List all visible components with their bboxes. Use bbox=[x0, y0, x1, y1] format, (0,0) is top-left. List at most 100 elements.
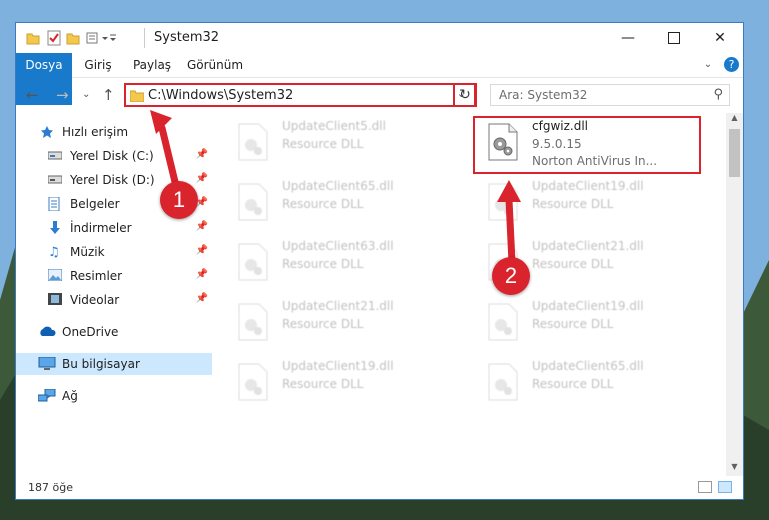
sidebar-item-network[interactable]: Ağ bbox=[16, 385, 212, 407]
close-icon: ✕ bbox=[714, 30, 726, 46]
file-item[interactable]: UpdateClient65.dll Resource DLL bbox=[476, 357, 686, 409]
large-icons-view-icon[interactable] bbox=[718, 481, 732, 493]
file-description: Resource DLL bbox=[532, 317, 614, 331]
back-arrow-icon[interactable]: ← bbox=[26, 86, 39, 104]
address-bar[interactable]: C:\Windows\System32 ⌄ bbox=[124, 83, 476, 107]
file-description: Resource DLL bbox=[282, 377, 364, 391]
file-description: Resource DLL bbox=[282, 197, 364, 211]
file-name: UpdateClient65.dll bbox=[282, 179, 394, 193]
chevron-down-icon[interactable]: ⌄ bbox=[701, 53, 715, 77]
sidebar-item-label: Hızlı erişim bbox=[62, 125, 129, 139]
drive-icon bbox=[47, 173, 64, 187]
sidebar-item-videos[interactable]: Videolar 📌 bbox=[16, 289, 212, 311]
video-icon bbox=[48, 293, 64, 307]
up-arrow-icon[interactable]: ↑ bbox=[102, 86, 115, 104]
dll-file-icon bbox=[238, 363, 268, 401]
highlight-box bbox=[473, 116, 701, 174]
pin-icon[interactable]: 📌 bbox=[196, 149, 208, 160]
properties-icon[interactable] bbox=[46, 29, 62, 47]
scroll-up-icon[interactable]: ▲ bbox=[726, 113, 743, 127]
navigation-bar: ← → ⌄ ↑ C:\Windows\System32 ⌄ ↻ Ara: Sys… bbox=[16, 78, 743, 112]
sidebar-item-label: Videolar bbox=[70, 293, 120, 307]
document-icon bbox=[48, 196, 64, 212]
refresh-button[interactable]: ↻ bbox=[453, 83, 477, 107]
item-count: 187 öğe bbox=[28, 481, 73, 494]
customize-toolbar-icon[interactable] bbox=[86, 29, 116, 47]
pin-icon[interactable]: 📌 bbox=[196, 173, 208, 184]
maximize-button[interactable] bbox=[651, 23, 697, 53]
pin-icon[interactable]: 📌 bbox=[196, 293, 208, 304]
pin-icon[interactable]: 📌 bbox=[196, 245, 208, 256]
file-item[interactable]: UpdateClient65.dll Resource DLL bbox=[226, 177, 436, 229]
dll-file-icon bbox=[488, 303, 518, 341]
explorer-window: System32 — ✕ Dosya Giriş Paylaş Görünüm … bbox=[15, 22, 744, 500]
tab-view[interactable]: Görünüm bbox=[184, 53, 246, 77]
pictures-icon bbox=[47, 268, 64, 283]
search-icon: ⚲ bbox=[713, 87, 723, 102]
file-name: UpdateClient63.dll bbox=[282, 239, 394, 253]
sidebar-item-this-pc[interactable]: Bu bilgisayar bbox=[16, 353, 212, 375]
sidebar-item-label: Yerel Disk (D:) bbox=[70, 173, 155, 187]
file-description: Resource DLL bbox=[282, 317, 364, 331]
sidebar-item-label: OneDrive bbox=[62, 325, 119, 339]
file-name: UpdateClient19.dll bbox=[282, 359, 394, 373]
pin-icon[interactable]: 📌 bbox=[196, 221, 208, 232]
file-item[interactable]: UpdateClient19.dll Resource DLL bbox=[476, 177, 686, 229]
network-icon bbox=[37, 388, 56, 403]
music-icon: ♫ bbox=[48, 245, 60, 260]
recent-locations-icon[interactable]: ⌄ bbox=[82, 89, 90, 100]
cloud-icon bbox=[38, 325, 56, 339]
address-path: C:\Windows\System32 bbox=[148, 88, 294, 103]
file-name: UpdateClient19.dll bbox=[532, 299, 644, 313]
new-folder-icon[interactable] bbox=[66, 29, 80, 47]
sidebar-item-label: Yerel Disk (C:) bbox=[70, 149, 154, 163]
tab-home[interactable]: Giriş bbox=[74, 53, 122, 77]
sidebar-item-pictures[interactable]: Resimler 📌 bbox=[16, 265, 212, 287]
sidebar-item-downloads[interactable]: İndirmeler 📌 bbox=[16, 217, 212, 239]
forward-arrow-icon[interactable]: → bbox=[56, 86, 69, 104]
minimize-button[interactable]: — bbox=[605, 23, 651, 53]
sidebar-item-onedrive[interactable]: OneDrive bbox=[16, 321, 212, 343]
sidebar-item-label: İndirmeler bbox=[70, 221, 132, 235]
dll-file-icon bbox=[238, 123, 268, 161]
sidebar-item-label: Müzik bbox=[70, 245, 105, 259]
file-name: UpdateClient19.dll bbox=[532, 179, 644, 193]
sidebar-item-quick-access[interactable]: Hızlı erişim bbox=[16, 121, 212, 143]
refresh-icon: ↻ bbox=[459, 87, 471, 103]
pin-icon[interactable]: 📌 bbox=[196, 269, 208, 280]
search-input[interactable]: Ara: System32 bbox=[499, 88, 587, 102]
tab-share[interactable]: Paylaş bbox=[124, 53, 180, 77]
close-button[interactable]: ✕ bbox=[697, 23, 743, 53]
status-bar: 187 öğe bbox=[16, 477, 743, 499]
file-item[interactable]: UpdateClient63.dll Resource DLL bbox=[226, 237, 436, 289]
vertical-scrollbar[interactable]: ▲ ▼ bbox=[726, 113, 743, 476]
file-description: Resource DLL bbox=[282, 137, 364, 151]
sidebar-item-label: Belgeler bbox=[70, 197, 120, 211]
dll-file-icon bbox=[488, 363, 518, 401]
file-item[interactable]: UpdateClient21.dll Resource DLL bbox=[226, 297, 436, 349]
file-name: UpdateClient21.dll bbox=[282, 299, 394, 313]
sidebar-item-music[interactable]: ♫ Müzik 📌 bbox=[16, 241, 212, 263]
file-name: UpdateClient5.dll bbox=[282, 119, 386, 133]
scroll-down-icon[interactable]: ▼ bbox=[726, 462, 743, 476]
search-box[interactable]: Ara: System32 ⚲ bbox=[490, 84, 730, 106]
file-name: UpdateClient21.dll bbox=[532, 239, 644, 253]
folder-icon bbox=[130, 90, 144, 102]
details-view-icon[interactable] bbox=[698, 481, 712, 493]
help-icon[interactable]: ? bbox=[724, 57, 739, 72]
sidebar-item-label: Ağ bbox=[62, 389, 78, 403]
file-item[interactable]: UpdateClient5.dll Resource DLL bbox=[226, 117, 436, 169]
dll-file-icon bbox=[238, 183, 268, 221]
dll-file-icon bbox=[238, 243, 268, 281]
maximize-icon bbox=[668, 32, 680, 44]
file-item[interactable]: UpdateClient19.dll Resource DLL bbox=[476, 297, 686, 349]
file-description: Resource DLL bbox=[532, 257, 614, 271]
file-item[interactable]: UpdateClient19.dll Resource DLL bbox=[226, 357, 436, 409]
window-title: System32 bbox=[154, 30, 220, 45]
sidebar-item-disk-c[interactable]: Yerel Disk (C:) 📌 bbox=[16, 145, 212, 167]
scroll-thumb[interactable] bbox=[729, 129, 740, 177]
dll-file-icon bbox=[488, 183, 518, 221]
file-name: UpdateClient65.dll bbox=[532, 359, 644, 373]
sidebar-item-label: Bu bilgisayar bbox=[62, 357, 140, 371]
title-bar: System32 — ✕ bbox=[16, 23, 743, 53]
